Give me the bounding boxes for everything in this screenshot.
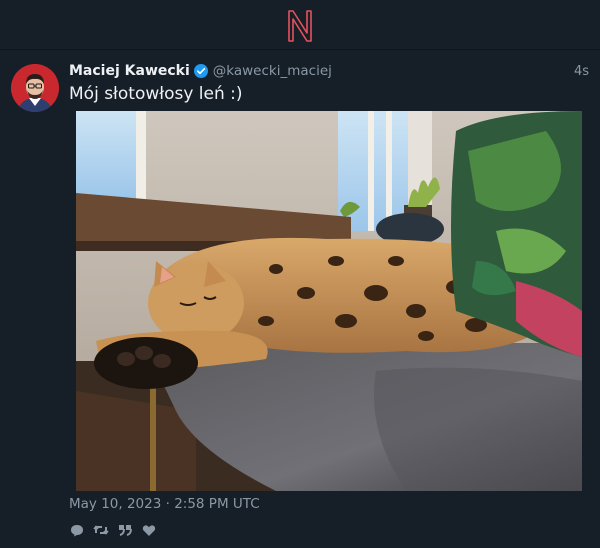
top-navbar — [0, 0, 600, 50]
username-link[interactable]: @kawecki_maciej — [213, 63, 332, 79]
verified-badge-icon — [193, 64, 208, 78]
tweet-header: Maciej Kawecki @kawecki_maciej 4s — [69, 61, 589, 81]
retweet-icon[interactable] — [93, 522, 109, 538]
tweet-photo[interactable] — [76, 111, 582, 491]
quote-icon[interactable] — [117, 522, 133, 538]
tweet-stats — [69, 522, 157, 538]
comment-icon[interactable] — [69, 522, 85, 538]
avatar[interactable] — [11, 64, 59, 112]
tweet-date-link[interactable]: May 10, 2023 · 2:58 PM UTC — [69, 496, 260, 512]
tweet-text: Mój słotowłosy leń :) — [69, 84, 243, 104]
nitter-logo[interactable] — [285, 5, 315, 45]
fullname-link[interactable]: Maciej Kawecki — [69, 63, 190, 79]
tweet-card: Maciej Kawecki @kawecki_maciej 4s Mój sł… — [0, 51, 600, 548]
tweet-timestamp-link[interactable]: 4s — [574, 64, 589, 79]
heart-icon[interactable] — [141, 522, 157, 538]
